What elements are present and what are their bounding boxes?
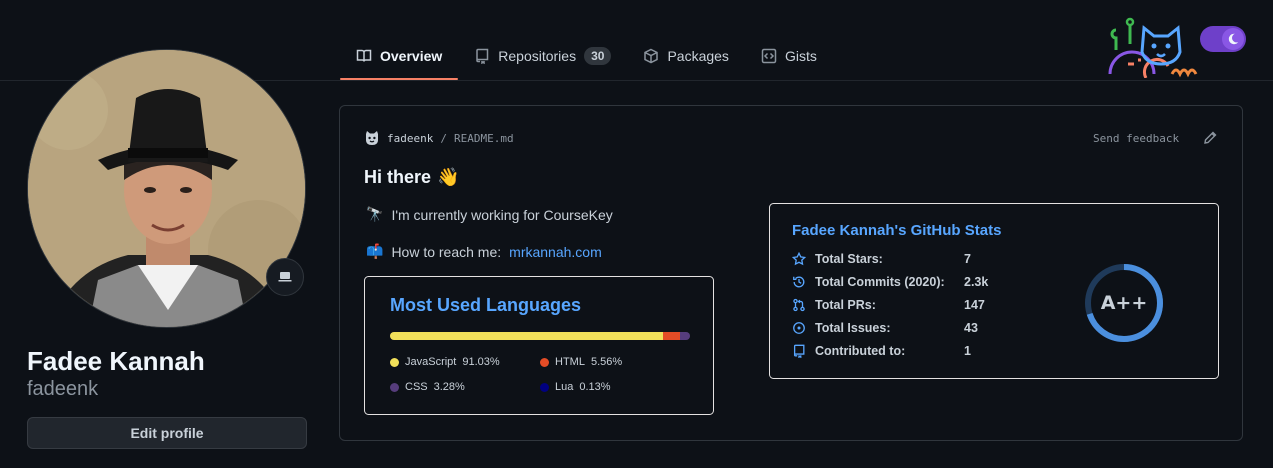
language-name: CSS (405, 381, 428, 393)
history-icon (793, 276, 805, 288)
tab-packages[interactable]: Packages (627, 36, 744, 76)
pencil-icon[interactable] (1202, 130, 1218, 146)
wave-emoji: 👋 (437, 167, 460, 187)
language-item-html: HTML 5.56% (540, 356, 622, 368)
stat-label: Contributed to: (815, 344, 906, 358)
mascot-illustration (1108, 17, 1198, 78)
readme-owner-link[interactable]: fadeenk (387, 132, 433, 145)
language-percent: 3.28% (433, 381, 465, 393)
language-percent: 5.56% (590, 356, 623, 368)
tab-gists[interactable]: Gists (745, 36, 833, 76)
languages-progress-bar (390, 332, 690, 340)
stat-row-contributed: Contributed to: 1 (792, 344, 971, 358)
profile-username: fadeenk (27, 378, 99, 400)
telescope-emoji: 🔭 (366, 206, 384, 222)
laptop-icon (278, 272, 292, 282)
breadcrumb-separator: / (440, 131, 447, 145)
send-feedback-link[interactable]: Send feedback (1093, 132, 1179, 145)
stat-label: Total Commits (2020): (815, 275, 945, 289)
readme-greeting: Hi there (364, 167, 432, 187)
tab-gists-label: Gists (784, 48, 817, 64)
pull-request-icon (793, 298, 805, 312)
language-color-dot (540, 382, 549, 392)
language-item-css: CSS 3.28% (390, 381, 465, 393)
github-stats-card: Fadee Kannah's GitHub Stats Total Stars:… (769, 203, 1219, 379)
readme-heading: Hi there 👋 (364, 167, 459, 188)
profile-tabs: Overview Repositories 30 Packages Gists (340, 36, 833, 80)
status-badge[interactable] (266, 258, 304, 296)
tab-overview[interactable]: Overview (340, 36, 459, 80)
repositories-count-badge: 30 (584, 47, 612, 65)
star-icon (792, 252, 806, 266)
stat-value: 43 (964, 321, 978, 335)
avatar-photo (28, 50, 305, 327)
edit-profile-button[interactable]: Edit profile (27, 417, 307, 449)
code-square-icon (761, 48, 777, 64)
language-item-javascript: JavaScript 91.03% (390, 356, 500, 368)
stat-row-issues: Total Issues: 43 (792, 321, 978, 335)
tab-overview-label: Overview (380, 48, 443, 64)
stat-label: Total PRs: (815, 298, 876, 312)
stats-card-title: Fadee Kannah's GitHub Stats (792, 222, 1002, 239)
stat-value: 147 (964, 298, 985, 312)
smiley-cat-icon (366, 131, 378, 145)
website-link[interactable]: mrkannah.com (509, 244, 602, 260)
theme-toggle[interactable] (1200, 26, 1246, 52)
language-bar-segment (679, 332, 690, 340)
language-bar-segment (663, 332, 680, 340)
language-color-dot (390, 382, 399, 392)
language-name: Lua (555, 381, 574, 393)
languages-card-title: Most Used Languages (390, 295, 582, 315)
readme-working-line: 🔭 I'm currently working for CourseKey (366, 206, 613, 223)
language-name: HTML (555, 356, 585, 368)
stat-label: Total Stars: (815, 252, 883, 266)
stat-row-stars: Total Stars: 7 (792, 252, 971, 266)
language-name: JavaScript (405, 356, 457, 368)
readme-file-link[interactable]: README.md (454, 132, 514, 145)
stat-label: Total Issues: (815, 321, 891, 335)
stat-row-commits: Total Commits (2020): 2.3k (792, 275, 988, 289)
book-icon (356, 49, 372, 62)
language-item-lua: Lua 0.13% (540, 381, 611, 393)
language-bar-segment (390, 332, 664, 340)
profile-full-name: Fadee Kannah (27, 346, 205, 376)
tab-repositories-label: Repositories (498, 48, 577, 64)
readme-reach-line: 📫 How to reach me: mrkannah.com (366, 243, 602, 260)
repo-icon (793, 344, 805, 358)
tab-packages-label: Packages (667, 48, 729, 64)
language-color-dot (390, 357, 399, 367)
mailbox-emoji: 📫 (366, 243, 384, 259)
readme-breadcrumb: fadeenk / README.md (364, 130, 514, 146)
top-languages-card: Most Used Languages JavaScript 91.03% HT… (364, 276, 714, 415)
language-percent: 91.03% (462, 356, 500, 368)
language-color-dot (540, 357, 549, 367)
language-percent: 0.13% (579, 381, 611, 393)
package-icon (644, 48, 659, 64)
stat-row-prs: Total PRs: 147 (792, 298, 985, 312)
stat-value: 7 (964, 252, 971, 266)
stat-value: 1 (964, 344, 971, 358)
profile-readme: fadeenk / README.md Send feedback Hi the… (339, 105, 1243, 441)
grade-ring: A++ (1085, 264, 1163, 342)
reach-text: How to reach me: (391, 243, 502, 260)
repo-icon (476, 48, 489, 64)
moon-icon (1222, 28, 1244, 50)
tab-repositories[interactable]: Repositories 30 (458, 36, 627, 76)
issue-icon (793, 322, 805, 334)
grade-text: A++ (1101, 292, 1148, 314)
avatar[interactable] (27, 49, 306, 328)
working-text: I'm currently working for CourseKey (391, 206, 613, 223)
stat-value: 2.3k (964, 275, 989, 289)
